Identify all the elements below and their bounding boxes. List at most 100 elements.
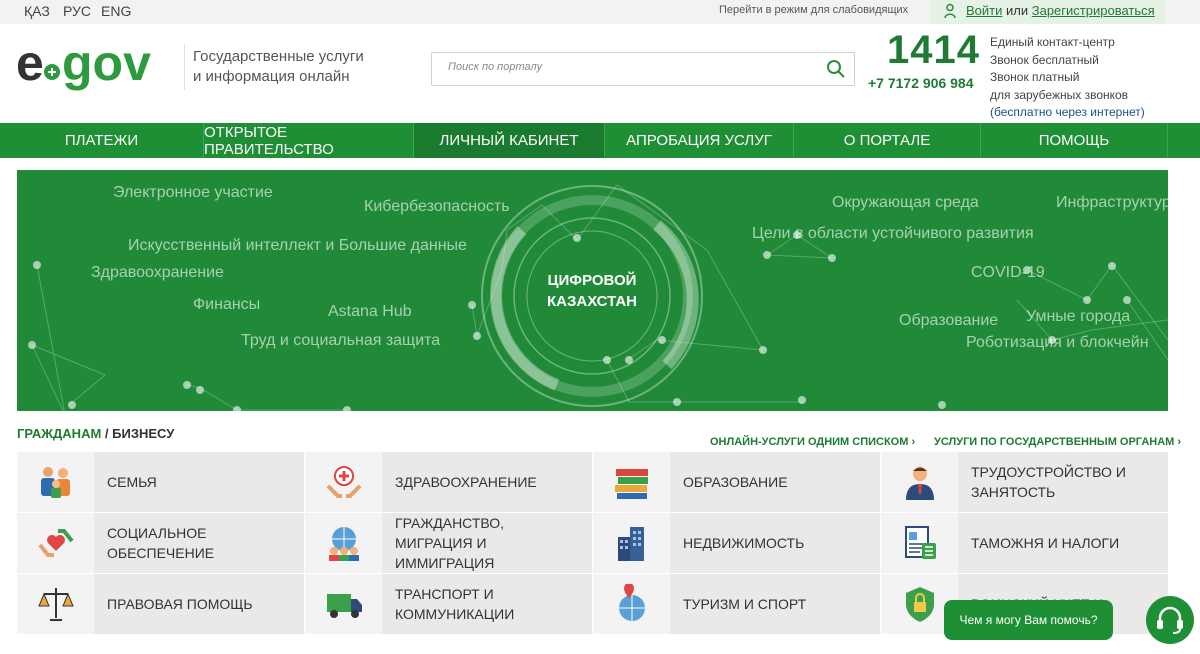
chat-button[interactable] (1146, 596, 1194, 644)
tab-citizens[interactable]: ГРАЖДАНАМ (17, 426, 101, 441)
category-transport[interactable]: ТРАНСПОРТ И КОММУНИКАЦИИ (305, 574, 592, 634)
banner-label: Электронное участие (113, 184, 273, 201)
family-icon (40, 467, 70, 498)
register-link[interactable]: Зарегистрироваться (1032, 3, 1155, 18)
tile-icon-box (593, 513, 670, 573)
banner-title-line: ЦИФРОВОЙ (547, 272, 637, 289)
main-nav: ПЛАТЕЖИ ОТКРЫТОЕ ПРАВИТЕЛЬСТВО ЛИЧНЫЙ КА… (0, 123, 1200, 158)
internet-call-link[interactable]: (бесплатно через интернет) (990, 104, 1145, 122)
tax-document-icon (904, 526, 936, 559)
nav-open-government[interactable]: ОТКРЫТОЕ ПРАВИТЕЛЬСТВО (204, 123, 414, 158)
category-education[interactable]: ОБРАЗОВАНИЕ (593, 452, 880, 512)
category-family[interactable]: СЕМЬЯ (17, 452, 304, 512)
tile-label: СЕМЬЯ (107, 474, 157, 490)
tile-label: СОЦИАЛЬНОЕ ОБЕСПЕЧЕНИЕ (107, 525, 215, 561)
globe-people-icon (328, 527, 359, 561)
contact-info: Единый контакт-центр Звонок бесплатный З… (990, 34, 1145, 122)
healthcare-icon (326, 466, 361, 498)
nav-service-testing[interactable]: АПРОБАЦИЯ УСЛУГ (605, 123, 794, 158)
banner-center-title: ЦИФРОВОЙ КАЗАХСТАН (522, 270, 662, 312)
category-legal-aid[interactable]: ПРАВОВАЯ ПОМОЩЬ (17, 574, 304, 634)
or-text: или (1006, 3, 1029, 18)
hotline-number[interactable]: 1414 (887, 28, 980, 73)
nav-personal-account[interactable]: ЛИЧНЫЙ КАБИНЕТ (414, 123, 605, 158)
social-care-icon (37, 529, 74, 557)
chat-help-bubble[interactable]: Чем я могу Вам помочь? (944, 600, 1113, 640)
tab-business[interactable]: БИЗНЕСУ (112, 426, 174, 441)
lang-kaz[interactable]: ҚАЗ (24, 3, 50, 19)
category-healthcare[interactable]: ЗДРАВООХРАНЕНИЕ (305, 452, 592, 512)
accessible-mode-link[interactable]: Перейти в режим для слабовидящих (719, 4, 908, 16)
tab-separator: / (101, 426, 113, 441)
banner-label: Умные города (1026, 308, 1131, 325)
tile-label: ТРУДОУСТРОЙСТВО И ЗАНЯТОСТЬ (971, 464, 1126, 500)
truck-icon (326, 594, 362, 618)
category-real-estate[interactable]: НЕДВИЖИМОСТЬ (593, 513, 880, 573)
banner-label: Окружающая среда (832, 194, 979, 211)
tile-icon-box (305, 452, 382, 512)
tile-label: ГРАЖДАНСТВО, МИГРАЦИЯ И ИММИГРАЦИЯ (395, 515, 505, 571)
tile-icon-box (17, 574, 94, 634)
headset-icon (1157, 606, 1183, 634)
contact-line: Единый контакт-центр (990, 35, 1115, 49)
scales-icon (37, 588, 74, 621)
tile-icon-box (593, 574, 670, 634)
tile-label: ПРАВОВАЯ ПОМОЩЬ (107, 596, 253, 612)
top-bar: ҚАЗ РУС ENG Перейти в режим для слабовид… (0, 0, 1200, 24)
paid-phone-number[interactable]: +7 7172 906 984 (868, 75, 974, 91)
globe-pin-icon (618, 584, 645, 621)
search-box (431, 52, 855, 86)
shield-lock-icon (905, 587, 934, 622)
tile-label: НЕДВИЖИМОСТЬ (683, 535, 805, 551)
tile-label: ТУРИЗМ И СПОРТ (683, 596, 807, 612)
lang-rus[interactable]: РУС (63, 3, 91, 19)
lang-eng[interactable]: ENG (101, 3, 131, 19)
banner-label: Цели в области устойчивого развития (752, 225, 1034, 242)
banner-label: Кибербезопасность (364, 198, 510, 215)
employee-icon (905, 467, 934, 500)
nav-help[interactable]: ПОМОЩЬ (981, 123, 1168, 158)
tile-icon-box (305, 513, 382, 573)
tile-icon-box (881, 513, 958, 573)
login-link[interactable]: Войти (966, 3, 1002, 18)
contact-line: для зарубежных звонков (990, 87, 1129, 102)
nav-payments[interactable]: ПЛАТЕЖИ (0, 123, 204, 158)
contact-line: Звонок платный (990, 70, 1080, 84)
category-citizenship-migration[interactable]: ГРАЖДАНСТВО, МИГРАЦИЯ И ИММИГРАЦИЯ (305, 513, 592, 573)
banner-label: Искусственный интеллект и Большие данные (128, 237, 467, 254)
category-customs-taxes[interactable]: ТАМОЖНЯ И НАЛОГИ (881, 513, 1168, 573)
tagline-line: и информация онлайн (193, 68, 350, 85)
search-input[interactable] (448, 61, 808, 73)
login-register: Войти или Зарегистрироваться (966, 3, 1155, 18)
nav-about-portal[interactable]: О ПОРТАЛЕ (794, 123, 981, 158)
digital-kazakhstan-banner[interactable]: Электронное участие Кибербезопасность Ис… (17, 170, 1168, 411)
tile-label: ТРАНСПОРТ И КОММУНИКАЦИИ (395, 586, 515, 622)
banner-label: Здравоохранение (91, 264, 224, 281)
banner-title-line: КАЗАХСТАН (547, 293, 637, 310)
category-social-security[interactable]: СОЦИАЛЬНОЕ ОБЕСПЕЧЕНИЕ (17, 513, 304, 573)
svg-text:e: e (16, 36, 44, 91)
banner-label: Инфраструктура (1056, 194, 1168, 211)
banner-label: COVID-19 (971, 264, 1045, 281)
agency-services-link[interactable]: УСЛУГИ ПО ГОСУДАРСТВЕННЫМ ОРГАНАМ › (934, 436, 1181, 448)
tile-label: ЗДРАВООХРАНЕНИЕ (395, 474, 537, 490)
banner-label: Astana Hub (328, 303, 412, 320)
category-employment[interactable]: ТРУДОУСТРОЙСТВО И ЗАНЯТОСТЬ (881, 452, 1168, 512)
svg-text:gov: gov (62, 36, 151, 91)
category-tourism-sport[interactable]: ТУРИЗМ И СПОРТ (593, 574, 880, 634)
tile-icon-box (881, 452, 958, 512)
tile-icon-box (17, 513, 94, 573)
egov-logo[interactable]: e gov (16, 36, 178, 96)
buildings-icon (617, 527, 644, 561)
tagline-line: Государственные услуги (193, 48, 364, 65)
search-icon[interactable] (826, 59, 846, 79)
books-icon (614, 469, 648, 499)
banner-label: Труд и социальная защита (241, 332, 441, 349)
banner-label: Роботизация и блокчейн (966, 334, 1149, 351)
online-services-list-link[interactable]: ОНЛАЙН-УСЛУГИ ОДНИМ СПИСКОМ › (710, 436, 915, 448)
audience-switch: ГРАЖДАНАМ / БИЗНЕСУ (17, 426, 174, 441)
tile-icon-box (305, 574, 382, 634)
login-box: Войти или Зарегистрироваться (929, 0, 1165, 24)
tile-icon-box (593, 452, 670, 512)
